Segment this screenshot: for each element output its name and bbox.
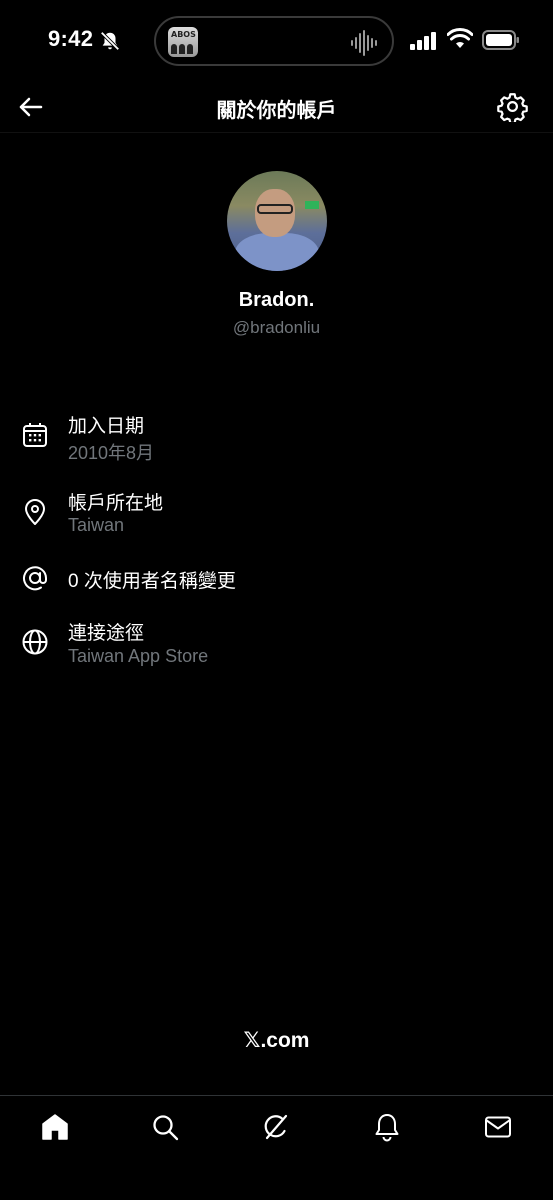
avatar[interactable] bbox=[227, 171, 327, 271]
info-row-joined: 加入日期 2010年8月 bbox=[0, 405, 553, 465]
gear-icon bbox=[497, 93, 528, 122]
home-icon bbox=[42, 1114, 68, 1140]
username-handle: @bradonliu bbox=[232, 318, 321, 337]
calendar-icon bbox=[23, 423, 47, 447]
tab-grok[interactable] bbox=[261, 1112, 291, 1142]
bottom-tab-bar bbox=[0, 1095, 553, 1200]
location-pin-icon bbox=[25, 499, 45, 525]
username-changes-label: 0 次使用者名稱變更 bbox=[68, 571, 236, 592]
info-row-username-changes: 0 次使用者名稱變更 bbox=[0, 562, 553, 594]
settings-button[interactable] bbox=[497, 91, 528, 122]
battery-icon bbox=[482, 30, 519, 50]
status-bar: 9:42 ABOS bbox=[0, 0, 553, 80]
bell-icon bbox=[375, 1114, 399, 1142]
connected-via-label: 連接途徑 bbox=[68, 623, 145, 644]
now-playing-artwork: ABOS bbox=[168, 27, 198, 57]
display-name: Bradon. bbox=[238, 289, 315, 311]
grok-icon bbox=[264, 1114, 288, 1140]
at-sign-icon bbox=[23, 566, 47, 591]
globe-icon bbox=[22, 629, 48, 655]
info-row-connected-via: 連接途徑 Taiwan App Store bbox=[0, 614, 553, 674]
dynamic-island[interactable]: ABOS bbox=[154, 16, 394, 66]
artwork-text: ABOS bbox=[171, 30, 196, 39]
x-com-link[interactable]: 𝕏.com bbox=[0, 1028, 553, 1053]
search-icon bbox=[153, 1115, 179, 1141]
audio-waveform-icon bbox=[351, 30, 377, 56]
info-row-location: 帳戶所在地 Taiwan bbox=[0, 483, 553, 543]
location-label: 帳戶所在地 bbox=[68, 493, 164, 514]
wifi-icon bbox=[447, 28, 473, 48]
connected-via-value: Taiwan App Store bbox=[68, 646, 209, 666]
location-value: Taiwan bbox=[68, 515, 125, 535]
tab-messages[interactable] bbox=[483, 1112, 513, 1142]
tab-search[interactable] bbox=[150, 1112, 180, 1142]
top-navigation-bar: 關於你的帳戶 bbox=[0, 80, 553, 132]
joined-label: 加入日期 bbox=[68, 416, 145, 437]
mail-icon bbox=[485, 1116, 511, 1138]
bell-off-icon bbox=[100, 31, 120, 51]
page-title: 關於你的帳戶 bbox=[216, 100, 337, 122]
tab-notifications[interactable] bbox=[372, 1112, 402, 1142]
tab-home[interactable] bbox=[40, 1112, 70, 1142]
status-time: 9:42 bbox=[48, 26, 94, 51]
cellular-signal-icon bbox=[410, 32, 436, 50]
header-divider bbox=[0, 132, 553, 133]
joined-value: 2010年8月 bbox=[68, 443, 155, 463]
